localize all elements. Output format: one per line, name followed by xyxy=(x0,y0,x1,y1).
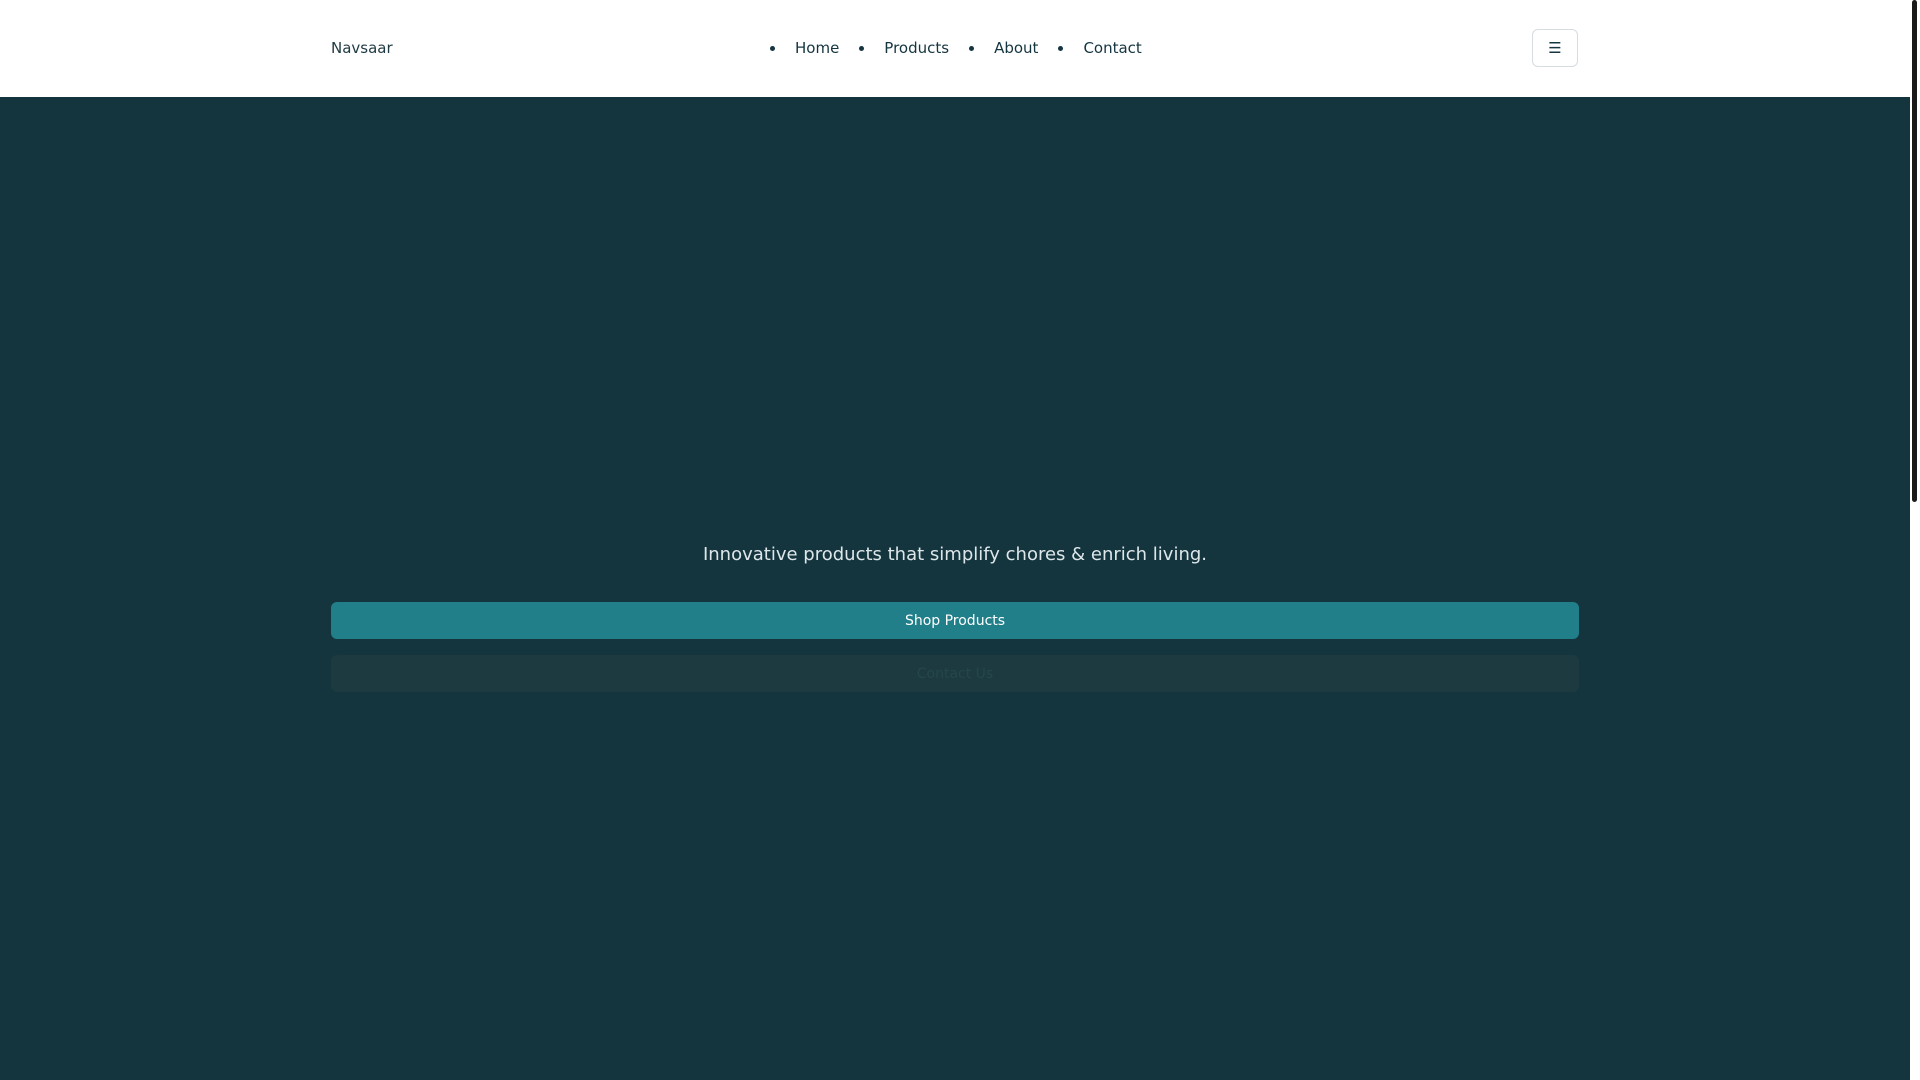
page: Navsaar Home Products About Contact ☰ In… xyxy=(0,0,1920,1080)
hero-tagline: Innovative products that simplify chores… xyxy=(702,544,1208,565)
bullet-icon xyxy=(859,45,865,51)
hero-section: Innovative products that simplify chores… xyxy=(0,97,1910,1080)
nav-link-contact[interactable]: Contact xyxy=(1083,38,1141,58)
nav-item-about: About xyxy=(969,38,1038,58)
bullet-icon xyxy=(770,45,775,51)
hamburger-menu-icon: ☰ xyxy=(1548,39,1562,57)
contact-us-button[interactable]: Contact Us xyxy=(331,655,1579,692)
nav-item-contact: Contact xyxy=(1058,38,1142,58)
nav-link-products[interactable]: Products xyxy=(884,38,949,58)
contact-us-label: Contact Us xyxy=(916,665,994,682)
shop-products-label: Shop Products xyxy=(904,612,1006,629)
brand-logo-text[interactable]: Navsaar xyxy=(331,38,393,58)
scrollbar-thumb[interactable] xyxy=(1912,0,1917,502)
shop-products-button[interactable]: Shop Products xyxy=(331,602,1579,639)
main-nav: Home Products About Contact xyxy=(770,38,1162,58)
nav-item-products: Products xyxy=(859,38,949,58)
vertical-scrollbar[interactable] xyxy=(1910,0,1920,1080)
site-header: Navsaar Home Products About Contact ☰ xyxy=(0,0,1910,97)
nav-item-home: Home xyxy=(770,38,839,58)
nav-link-home[interactable]: Home xyxy=(795,38,839,58)
bullet-icon xyxy=(969,45,975,51)
bullet-icon xyxy=(1058,45,1064,51)
menu-toggle-button[interactable]: ☰ xyxy=(1532,29,1578,67)
nav-link-about[interactable]: About xyxy=(994,38,1038,58)
